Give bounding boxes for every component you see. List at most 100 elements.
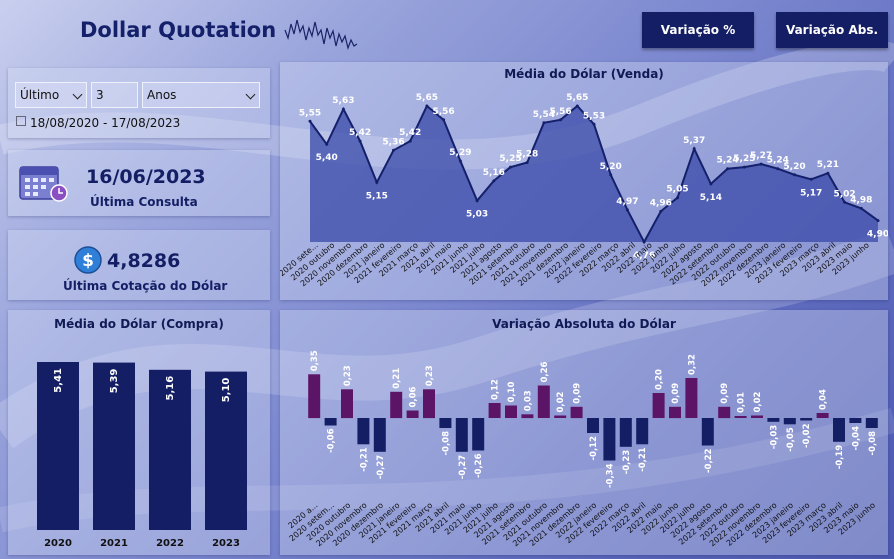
sell-data-label: 5,15 [366, 191, 388, 201]
variation-data-label: 0,32 [687, 354, 697, 375]
chevron-down-icon [72, 89, 83, 100]
variation-data-label: 0,20 [655, 369, 665, 390]
variation-bar [455, 418, 468, 452]
variation-bar-chart: 0,35 -0,06 0,23 -0,21 -0,27 0,21 0,06 0,23 -0,08… [287, 350, 878, 548]
sell-point [876, 219, 880, 223]
sell-point [475, 199, 479, 203]
variation-bar [505, 405, 517, 418]
sparkline-icon [284, 19, 358, 51]
variation-data-label: -0,27 [458, 455, 468, 480]
last-consulta-date: 16/06/2023 [86, 166, 206, 188]
sell-point [742, 165, 746, 169]
variation-bar [652, 393, 665, 418]
sell-point [509, 165, 512, 169]
sell-data-label: 5,03 [466, 210, 488, 220]
sell-data-label: 5,37 [683, 136, 705, 146]
sell-data-label: 5,20 [600, 162, 622, 172]
sell-data-label: 5,55 [299, 108, 321, 118]
sell-data-label: 5,14 [700, 193, 722, 203]
variation-data-label: -0,04 [851, 426, 861, 451]
sell-data-label: 4,98 [850, 195, 872, 205]
sell-point [408, 139, 412, 143]
variation-data-label: -0,02 [802, 423, 812, 448]
buy-x-tick-label: 2023 [212, 538, 240, 549]
variation-bar [701, 418, 714, 446]
variation-bar [865, 418, 878, 428]
period-mode-dropdown[interactable]: Último [15, 82, 87, 108]
variation-data-label: -0,05 [786, 427, 796, 452]
sell-point [809, 177, 813, 181]
sell-point [392, 148, 395, 152]
sell-data-label: 5,40 [316, 153, 338, 163]
date-range: 18/08/2020 - 17/08/2023 [16, 116, 180, 130]
period-unit-dropdown[interactable]: Anos [142, 82, 260, 108]
variation-data-label: -0,03 [769, 425, 779, 450]
sell-point [625, 208, 629, 212]
sell-point [559, 118, 563, 122]
variation-bar [636, 418, 649, 445]
sell-point [375, 180, 379, 184]
period-amount-value: 3 [96, 88, 104, 102]
variation-data-label: 0,02 [753, 391, 763, 412]
period-mode-value: Último [20, 88, 60, 102]
sell-point [442, 118, 446, 122]
buy-x-tick-label: 2021 [100, 538, 128, 549]
sell-data-label: 4,90 [867, 230, 888, 240]
variation-bar [718, 406, 731, 419]
sell-data-label: 5,36 [382, 137, 404, 147]
sell-data-label: 5,28 [516, 150, 538, 160]
variation-bar [751, 415, 763, 418]
variation-bar [373, 418, 386, 452]
sell-point [793, 173, 796, 177]
variation-data-label: 0,26 [540, 361, 550, 382]
sell-point [308, 119, 312, 123]
variation-data-label: 0,03 [523, 390, 533, 411]
sell-data-label: 5,05 [666, 185, 688, 195]
variation-data-label: -0,19 [835, 445, 845, 470]
variation-data-label: -0,23 [622, 450, 632, 475]
variation-data-label: 0,10 [507, 381, 517, 402]
variation-data-label: -0,06 [327, 428, 337, 453]
period-amount-input[interactable]: 3 [91, 82, 138, 108]
sell-data-label: 5,56 [432, 107, 454, 117]
variation-data-label: 0,01 [737, 392, 747, 413]
variation-bar [472, 418, 485, 451]
buy-x-tick-label: 2022 [156, 538, 184, 549]
buy-data-label: 5,41 [53, 368, 64, 393]
variation-data-label: 0,09 [720, 383, 730, 404]
variation-bar [554, 415, 567, 418]
sell-point [358, 139, 362, 143]
variation-bar [357, 418, 370, 445]
variation-data-label: 0,09 [573, 383, 583, 404]
variation-data-label: 0,04 [819, 389, 829, 410]
sell-point [843, 200, 847, 204]
sell-point [458, 159, 462, 163]
variation-bar [833, 418, 845, 442]
variation-data-label: 0,09 [671, 383, 681, 404]
variation-bar [423, 389, 435, 419]
chevron-down-icon [245, 89, 256, 100]
variation-data-label: -0,27 [376, 455, 386, 480]
variation-bar [669, 406, 681, 419]
variation-data-label: -0,34 [605, 463, 615, 488]
variation-bar [439, 418, 452, 428]
variation-percent-button[interactable]: Variação % [642, 12, 754, 48]
variation-bar [521, 414, 534, 419]
period-unit-value: Anos [147, 88, 177, 102]
sell-point [592, 122, 596, 126]
sell-area-chart: 5,555,405,635,425,155,365,425,655,565,29… [280, 93, 888, 288]
sell-point [676, 196, 679, 200]
buy-x-tick-label: 2020 [44, 538, 72, 549]
variation-bar [570, 406, 583, 419]
variation-bar [685, 378, 698, 418]
sell-point [341, 107, 345, 111]
buy-data-label: 5,16 [165, 376, 176, 401]
sell-data-label: 5,53 [583, 111, 605, 121]
variation-data-label: -0,26 [474, 453, 484, 478]
sell-point [692, 147, 696, 151]
variation-data-label: -0,08 [868, 431, 878, 456]
sell-point [525, 161, 529, 164]
variation-bar [783, 418, 796, 425]
variation-absolute-button[interactable]: Variação Abs. [776, 12, 888, 48]
sell-data-label: 5,42 [399, 128, 421, 138]
